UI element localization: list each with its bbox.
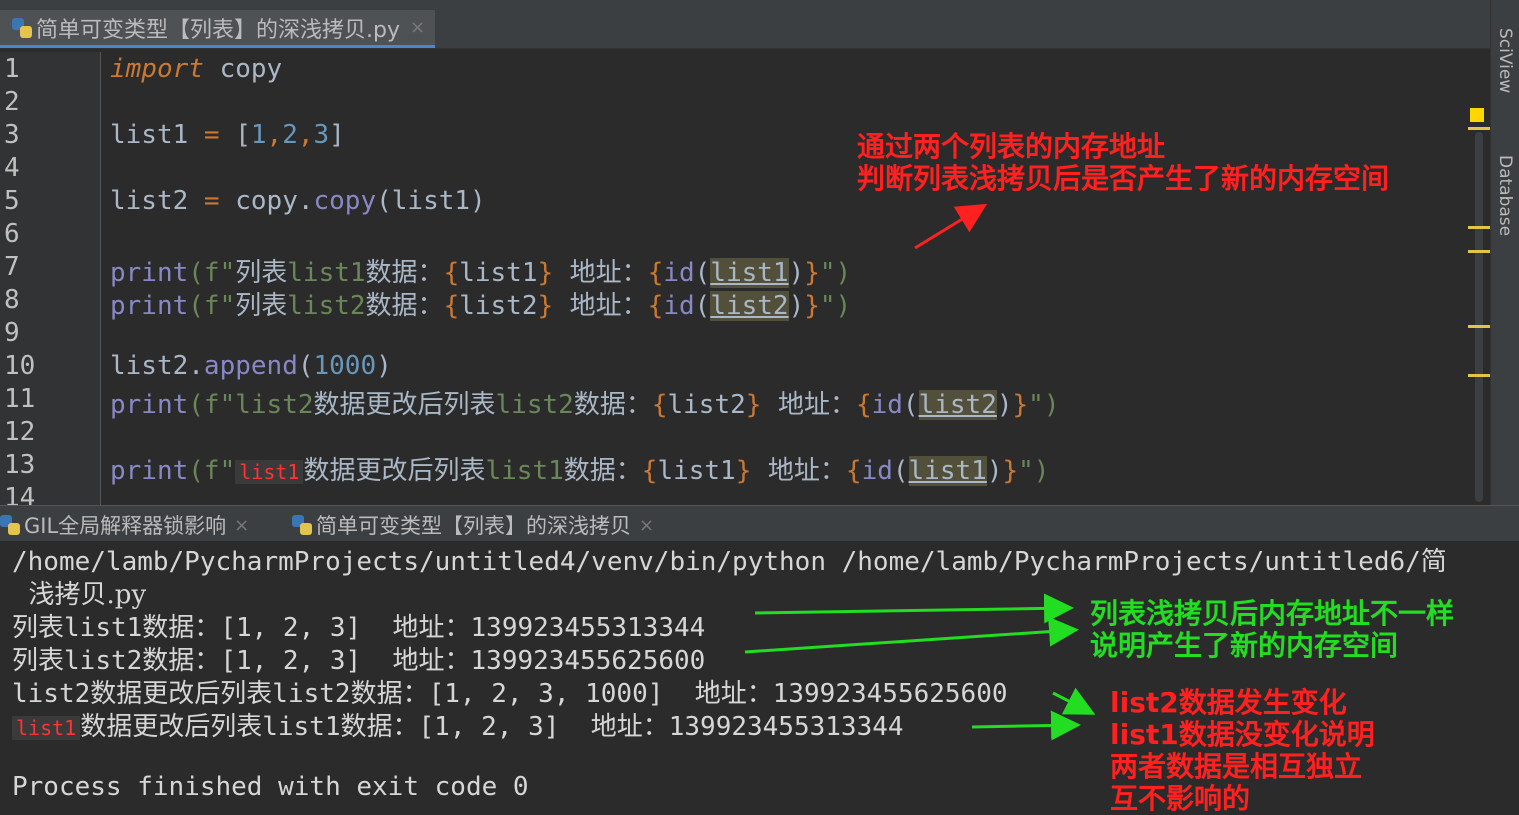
- green-arrow: [971, 710, 1081, 741]
- red-arrow: [914, 203, 988, 250]
- annotation-arrows: [744, 203, 1096, 741]
- green-arrow: [1052, 687, 1096, 715]
- green-arrow: [744, 616, 1079, 654]
- green-arrow: [754, 593, 1074, 624]
